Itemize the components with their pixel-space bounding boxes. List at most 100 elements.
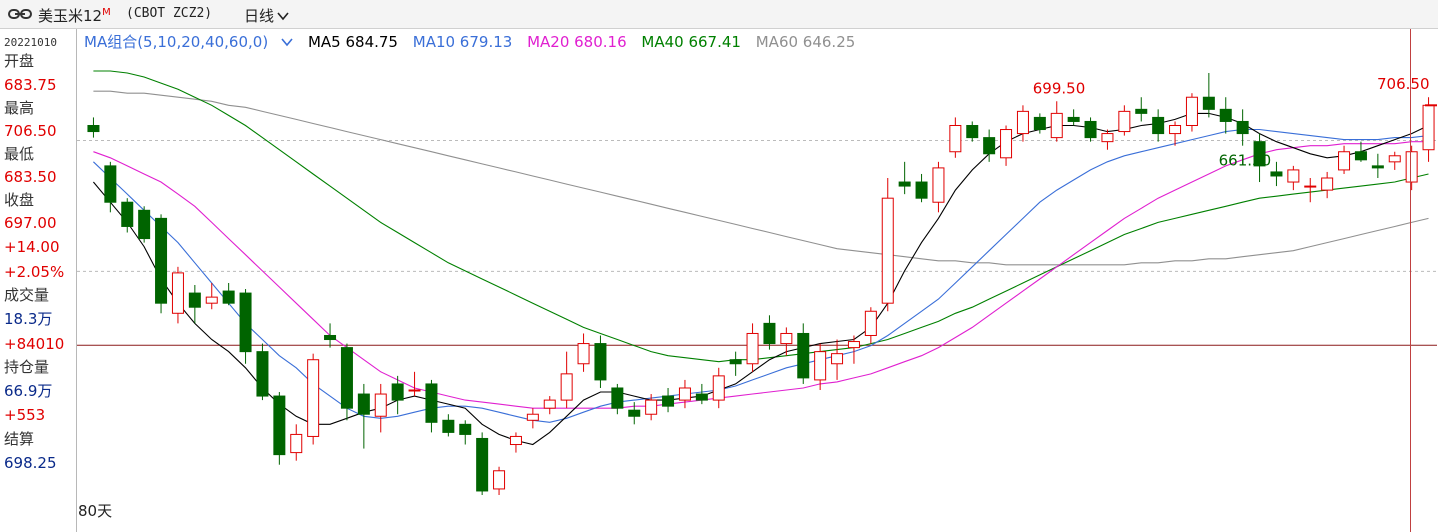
candle-body-up xyxy=(526,413,539,421)
candle-body-down xyxy=(256,351,269,397)
candle-body-up xyxy=(493,470,506,490)
candle-body-down xyxy=(273,395,286,456)
title-bar: 美玉米12M (CBOT ZCZ2) 日线 xyxy=(0,0,1438,29)
candle-body-down xyxy=(391,383,404,401)
candle-body-down xyxy=(594,343,607,381)
link-icon[interactable] xyxy=(8,8,32,20)
candle-body-up xyxy=(881,197,894,304)
ma20-line xyxy=(93,141,1429,409)
candle-body-up xyxy=(1050,112,1063,139)
open-value: 683.75 xyxy=(4,76,57,94)
low-label: 最低 xyxy=(4,145,35,163)
candle-body-down xyxy=(1202,96,1215,110)
candle-body-down xyxy=(966,124,979,139)
candle-body-up xyxy=(408,389,421,392)
candle-body-down xyxy=(239,292,252,353)
volume-value: 18.3万 xyxy=(4,310,53,328)
price-annotation-2: 661.50 xyxy=(1219,152,1272,170)
quote-date: 20221010 xyxy=(4,36,57,49)
crosshair-vertical xyxy=(1410,29,1411,532)
high-label: 最高 xyxy=(4,99,35,117)
candle-body-up xyxy=(1405,151,1418,183)
candle-body-up xyxy=(205,296,218,304)
candle-body-down xyxy=(87,124,100,133)
candle-body-up xyxy=(509,435,522,446)
candle-body-down xyxy=(797,332,810,379)
candle-body-down xyxy=(121,201,134,227)
candle-body-down xyxy=(324,334,337,341)
candle-body-up xyxy=(1321,177,1334,191)
candle-body-up xyxy=(831,353,844,365)
candle-body-down xyxy=(425,383,438,423)
quote-panel: 20221010 开盘 683.75 最高 706.50 最低 683.50 收… xyxy=(0,29,77,532)
candle-body-down xyxy=(1067,116,1080,122)
candle-body-down xyxy=(915,181,928,199)
candle-body-up xyxy=(1118,110,1131,133)
candle-body-up xyxy=(1000,129,1013,159)
candle-body-up xyxy=(1304,185,1317,188)
settle-label: 结算 xyxy=(4,430,35,448)
candle-body-down xyxy=(222,290,235,304)
candle-body-down xyxy=(662,395,675,407)
oi-change: +553 xyxy=(4,406,46,424)
oi-label: 持仓量 xyxy=(4,358,50,376)
candle-body-up xyxy=(932,167,945,203)
candle-body-up xyxy=(171,272,184,314)
candle-body-down xyxy=(1270,171,1283,177)
candle-body-up xyxy=(1422,104,1435,151)
candle-body-up xyxy=(1185,96,1198,126)
candle-body-up xyxy=(1169,124,1182,135)
candle-body-down xyxy=(611,387,624,409)
candle-body-down xyxy=(898,181,911,187)
volume-change: +84010 xyxy=(4,335,65,353)
candle-body-down xyxy=(476,437,489,492)
candle-body-down xyxy=(155,217,168,304)
period-label: 日线 xyxy=(244,7,275,25)
candle-body-up xyxy=(374,393,387,417)
oi-value: 66.9万 xyxy=(4,382,53,400)
candle-body-down xyxy=(729,359,742,365)
period-selector[interactable]: 日线 xyxy=(244,5,289,26)
volume-label: 成交量 xyxy=(4,286,50,304)
price-annotation-1: 706.50 xyxy=(1377,75,1430,93)
change-value: +14.00 xyxy=(4,238,60,256)
candle-body-up xyxy=(864,310,877,336)
candle-body-down xyxy=(1236,120,1249,135)
chevron-down-icon xyxy=(277,12,289,21)
candle-body-down xyxy=(104,165,117,203)
close-value: 697.00 xyxy=(4,214,57,232)
candle-body-up xyxy=(1388,155,1401,163)
candlestick-chart[interactable]: 699.50706.50661.50561.75 xyxy=(77,29,1437,499)
candle-body-down xyxy=(983,137,996,155)
candle-body-up xyxy=(543,399,556,409)
ma10-line xyxy=(93,128,1429,423)
candle-body-down xyxy=(1371,165,1384,169)
high-value: 706.50 xyxy=(4,122,57,140)
candle-body-down xyxy=(1033,116,1046,131)
price-annotation-0: 699.50 xyxy=(1033,79,1086,97)
instrument-title: 美玉米12M xyxy=(38,7,111,25)
candle-body-up xyxy=(949,124,962,153)
candle-body-up xyxy=(814,351,827,381)
candle-body-up xyxy=(577,343,590,365)
candle-body-down xyxy=(1084,120,1097,139)
title-mark: M xyxy=(102,7,111,18)
candle-body-up xyxy=(847,341,860,349)
candle-body-down xyxy=(695,393,708,401)
candle-body-down xyxy=(1354,151,1367,161)
close-label: 收盘 xyxy=(4,191,35,209)
day-count: 80天 xyxy=(78,502,113,520)
candle-body-down xyxy=(357,393,370,415)
candle-body-down xyxy=(138,209,151,240)
candle-body-up xyxy=(307,359,320,437)
candle-body-down xyxy=(628,409,641,417)
candle-body-down xyxy=(340,347,353,409)
settle-value: 698.25 xyxy=(4,454,57,472)
candle-body-up xyxy=(290,433,303,454)
candle-body-down xyxy=(188,292,201,308)
candle-body-up xyxy=(560,373,573,401)
candle-body-down xyxy=(1219,108,1232,122)
open-label: 开盘 xyxy=(4,52,35,70)
instrument-code: (CBOT ZCZ2) xyxy=(126,6,213,21)
candle-body-up xyxy=(746,332,759,365)
